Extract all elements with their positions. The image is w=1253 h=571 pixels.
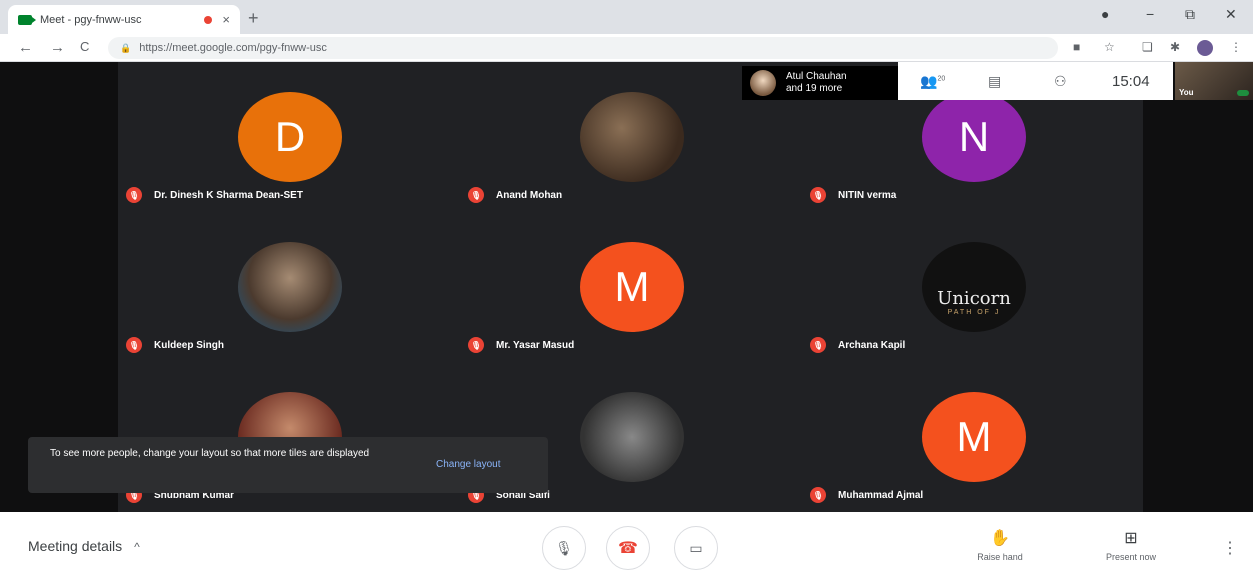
participant-avatar: M bbox=[922, 392, 1026, 482]
unicorn-logo-text: Unicorn bbox=[937, 288, 1011, 309]
participant-nameplate: 🎙 Kuldeep Singh bbox=[126, 337, 224, 353]
account-icon[interactable]: ● bbox=[1101, 6, 1109, 22]
activities-button[interactable]: ⚇ bbox=[1054, 73, 1067, 90]
new-tab-button[interactable]: + bbox=[248, 8, 259, 29]
browser-tabbar: Meet - pgy-fnww-usc × + ● − ⧉ ✕ bbox=[0, 0, 1253, 34]
microphone-button[interactable]: 🎙 bbox=[542, 526, 586, 570]
meet-stage: D 🎙 Dr. Dinesh K Sharma Dean-SET 🎙 Anand… bbox=[0, 62, 1253, 512]
camera-indicator-icon[interactable]: ■ bbox=[1073, 40, 1080, 54]
browser-tab[interactable]: Meet - pgy-fnww-usc × bbox=[8, 5, 240, 34]
unicorn-logo-subtitle: PATH OF J bbox=[947, 309, 1001, 316]
puzzle-icon[interactable]: ✱ bbox=[1170, 40, 1180, 54]
participant-name: Mr. Yasar Masud bbox=[496, 339, 575, 351]
participants-pill[interactable]: Atul Chauhan and 19 more bbox=[742, 66, 898, 100]
participant-avatar bbox=[580, 92, 684, 182]
participant-nameplate: 🎙 Archana Kapil bbox=[810, 337, 905, 353]
mic-off-icon: 🎙 bbox=[468, 187, 484, 203]
raise-hand-button[interactable]: ✋ Raise hand bbox=[955, 528, 1045, 562]
participant-tile[interactable]: D 🎙 Dr. Dinesh K Sharma Dean-SET bbox=[118, 62, 458, 212]
participant-avatar: Unicorn PATH OF J bbox=[922, 242, 1026, 332]
close-window-button[interactable]: ✕ bbox=[1225, 6, 1237, 23]
participant-avatar bbox=[238, 242, 342, 332]
participant-avatar bbox=[580, 392, 684, 482]
address-bar-row: ← → C 🔒 https://meet.google.com/pgy-fnww… bbox=[0, 34, 1253, 62]
toast-message: To see more people, change your layout s… bbox=[50, 448, 370, 459]
participant-nameplate: 🎙 Anand Mohan bbox=[468, 187, 562, 203]
mic-off-icon: 🎙 bbox=[810, 187, 826, 203]
recording-dot-icon bbox=[204, 15, 213, 24]
participant-nameplate: 🎙 NITIN verma bbox=[810, 187, 896, 203]
meeting-bottom-bar: Meeting details ^ 🎙 ☎ ▭ ✋ Raise hand ⊞ P… bbox=[0, 512, 1253, 571]
present-now-label: Present now bbox=[1105, 552, 1157, 562]
change-layout-button[interactable]: Change layout bbox=[436, 459, 501, 470]
participant-name: Dr. Dinesh K Sharma Dean-SET bbox=[154, 189, 303, 201]
url-text: https://meet.google.com/pgy-fnww-usc bbox=[139, 42, 327, 54]
participant-avatar: N bbox=[922, 92, 1026, 182]
camera-icon: ▭ bbox=[689, 539, 703, 556]
participant-nameplate: 🎙 Dr. Dinesh K Sharma Dean-SET bbox=[126, 187, 303, 203]
raise-hand-label: Raise hand bbox=[977, 552, 1023, 562]
participant-name: NITIN verma bbox=[838, 189, 897, 201]
participant-thumbnail bbox=[750, 70, 776, 96]
mic-off-icon: 🎙 bbox=[126, 187, 142, 203]
back-button[interactable]: ← bbox=[18, 39, 33, 56]
participants-pill-line1: Atul Chauhan bbox=[786, 71, 847, 82]
more-options-icon[interactable]: ⋮ bbox=[1222, 538, 1238, 558]
meeting-clock: 15:04 bbox=[1112, 72, 1150, 90]
minimize-button[interactable]: − bbox=[1146, 6, 1154, 22]
hang-up-icon: ☎ bbox=[618, 540, 638, 557]
participant-tile[interactable]: Unicorn PATH OF J 🎙 Archana Kapil bbox=[802, 212, 1142, 362]
participant-avatar: M bbox=[580, 242, 684, 332]
profile-avatar[interactable] bbox=[1197, 40, 1213, 56]
participant-name: Kuldeep Singh bbox=[154, 339, 224, 351]
participant-tile[interactable]: 🎙 Kuldeep Singh bbox=[118, 212, 458, 362]
hand-icon: ✋ bbox=[990, 530, 1010, 547]
microphone-icon: 🎙 bbox=[555, 539, 573, 556]
self-view-label: You bbox=[1179, 88, 1194, 97]
participant-name: Anand Mohan bbox=[496, 189, 563, 201]
mic-off-icon: 🎙 bbox=[126, 337, 142, 353]
forward-button[interactable]: → bbox=[50, 39, 65, 56]
meeting-details-button[interactable]: Meeting details ^ bbox=[28, 538, 140, 554]
meeting-details-label: Meeting details bbox=[28, 538, 123, 554]
layout-toast: To see more people, change your layout s… bbox=[28, 437, 548, 493]
camera-button[interactable]: ▭ bbox=[674, 526, 718, 570]
people-button[interactable]: 👥20 bbox=[920, 73, 945, 90]
browser-menu-icon[interactable]: ⋮ bbox=[1230, 40, 1242, 54]
extension-icon[interactable]: ❏ bbox=[1142, 40, 1153, 54]
meeting-top-toolbar: 👥20 ▤ ⚇ 15:04 bbox=[898, 62, 1173, 100]
maximize-button[interactable]: ⧉ bbox=[1185, 6, 1195, 23]
present-now-button[interactable]: ⊞ Present now bbox=[1086, 528, 1176, 562]
participant-nameplate: 🎙 Muhammad Ajmal bbox=[810, 487, 923, 503]
participant-avatar: D bbox=[238, 92, 342, 182]
participant-nameplate: 🎙 Mr. Yasar Masud bbox=[468, 337, 574, 353]
participant-tile[interactable]: M 🎙 Mr. Yasar Masud bbox=[460, 212, 800, 362]
stage-right-margin bbox=[1143, 62, 1253, 512]
participant-name: Archana Kapil bbox=[838, 339, 906, 351]
mic-off-icon: 🎙 bbox=[810, 487, 826, 503]
chat-button[interactable]: ▤ bbox=[988, 73, 1001, 90]
self-view-thumbnail[interactable]: You bbox=[1175, 62, 1253, 100]
bookmark-star-icon[interactable]: ☆ bbox=[1104, 40, 1115, 54]
reload-button[interactable]: C bbox=[80, 39, 89, 54]
present-icon: ⊞ bbox=[1124, 530, 1138, 547]
url-input[interactable]: 🔒 https://meet.google.com/pgy-fnww-usc bbox=[108, 37, 1058, 59]
participant-name: Muhammad Ajmal bbox=[838, 489, 924, 501]
meet-favicon-icon bbox=[18, 14, 36, 25]
tab-title: Meet - pgy-fnww-usc bbox=[40, 13, 142, 26]
mic-off-icon: 🎙 bbox=[468, 337, 484, 353]
leave-call-button[interactable]: ☎ bbox=[606, 526, 650, 570]
chevron-up-icon: ^ bbox=[134, 540, 140, 554]
lock-icon: 🔒 bbox=[120, 42, 132, 53]
people-count: 20 bbox=[937, 74, 946, 82]
mic-off-icon: 🎙 bbox=[810, 337, 826, 353]
audio-level-icon bbox=[1237, 90, 1249, 96]
participants-pill-line2: and 19 more bbox=[786, 83, 843, 94]
tab-close-button[interactable]: × bbox=[222, 12, 230, 27]
participant-tile[interactable]: M 🎙 Muhammad Ajmal bbox=[802, 362, 1142, 512]
